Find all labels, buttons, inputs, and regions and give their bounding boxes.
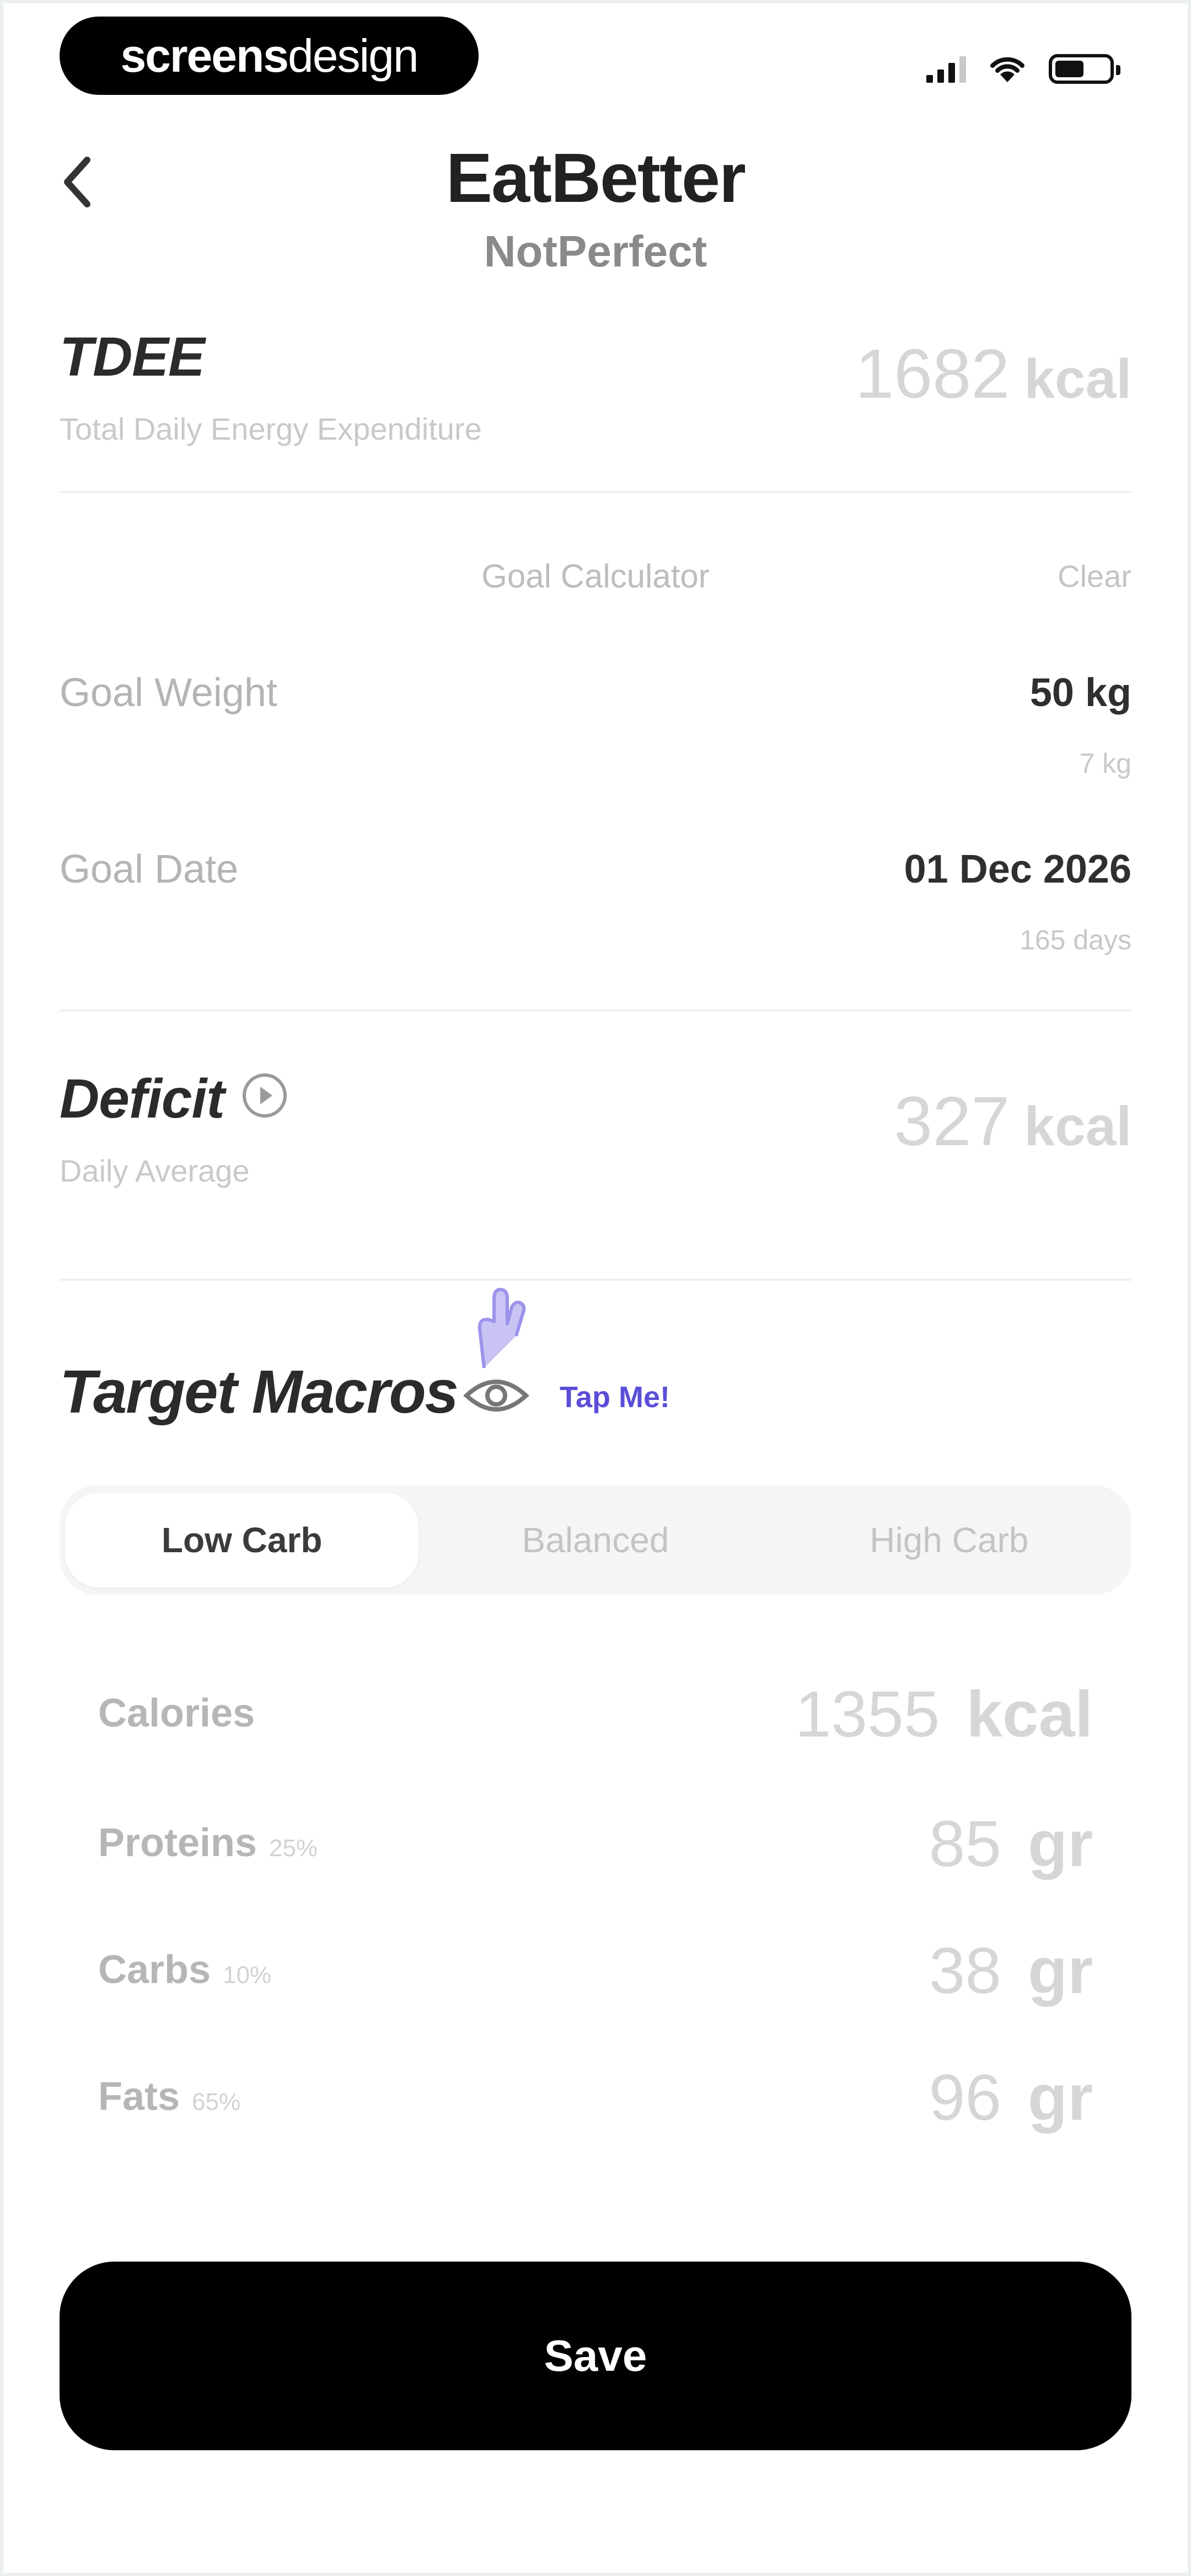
wifi-icon [990, 57, 1024, 82]
divider [60, 1279, 1131, 1281]
deficit-value: 327 kcal [894, 1081, 1131, 1161]
tdee-caption: Total Daily Energy Expenditure [60, 411, 482, 446]
app-subtitle: NotPerfect [484, 227, 707, 276]
eye-icon[interactable] [463, 1373, 529, 1418]
divider [60, 491, 1131, 493]
tap-pointer-icon [478, 1287, 526, 1369]
tdee-number: 1682 [855, 335, 1010, 413]
app-title: EatBetter [446, 139, 746, 217]
goal-weight-label: Goal Weight [60, 671, 277, 715]
macro-preset-selector: Low Carb Balanced High Carb [60, 1485, 1131, 1595]
goal-calculator-title: Goal Calculator [481, 558, 710, 595]
goal-weight-diff: 7 kg [1079, 748, 1131, 779]
signal-icon [926, 55, 966, 83]
brand-watermark: screens design [60, 17, 479, 95]
deficit-label: Deficit [60, 1068, 225, 1130]
divider [60, 1009, 1131, 1012]
carbs-value: 38 gr [929, 1934, 1093, 2007]
target-macros-title: Target Macros [60, 1358, 459, 1426]
deficit-unit: kcal [1024, 1095, 1131, 1157]
segment-balanced[interactable]: Balanced [419, 1493, 772, 1588]
clear-button[interactable]: Clear [1058, 558, 1131, 594]
fats-percent: 65% [192, 2088, 241, 2115]
goal-date-label: Goal Date [60, 847, 239, 891]
info-icon[interactable] [243, 1073, 287, 1118]
segment-high-carb[interactable]: High Carb [772, 1493, 1126, 1588]
fats-label: Fats 65% [98, 2075, 241, 2119]
tdee-value: 1682 kcal [855, 334, 1131, 414]
save-button[interactable]: Save [60, 2262, 1131, 2450]
calories-label: Calories [98, 1691, 255, 1735]
proteins-percent: 25% [269, 1835, 318, 1862]
carbs-label: Carbs 10% [98, 1948, 272, 1992]
status-icons [926, 44, 1120, 94]
carbs-percent: 10% [223, 1962, 272, 1989]
tap-me-hint: Tap Me! [560, 1381, 670, 1414]
proteins-value: 85 gr [929, 1808, 1093, 1880]
brand-thin: design [288, 29, 419, 82]
brand-bold: screens [120, 29, 289, 82]
tdee-label: TDEE [60, 326, 205, 388]
goal-weight-value[interactable]: 50 kg [1030, 670, 1131, 715]
segment-low-carb[interactable]: Low Carb [65, 1493, 419, 1588]
fats-value: 96 gr [929, 2061, 1093, 2134]
goal-date-days: 165 days [1020, 924, 1131, 955]
proteins-label: Proteins 25% [98, 1821, 318, 1865]
battery-icon [1049, 54, 1120, 84]
deficit-number: 327 [894, 1082, 1010, 1160]
goal-date-value[interactable]: 01 Dec 2026 [904, 847, 1131, 892]
calories-value: 1355 kcal [795, 1678, 1093, 1751]
deficit-caption: Daily Average [60, 1153, 250, 1188]
tdee-unit: kcal [1024, 348, 1131, 410]
